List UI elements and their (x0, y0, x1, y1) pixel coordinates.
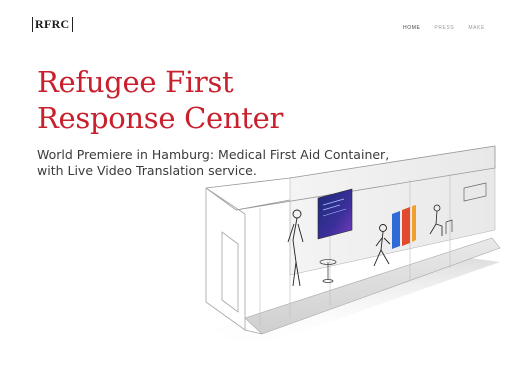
page: RFRC HOME PRESS MAKE Refugee First Respo… (0, 0, 516, 376)
subtitle-line-2: with Live Video Translation service. (37, 163, 257, 178)
hero-subtitle: World Premiere in Hamburg: Medical First… (37, 147, 457, 179)
subtitle-line-1: World Premiere in Hamburg: Medical First… (37, 147, 390, 162)
container-end-frame (205, 187, 263, 335)
ground-shadow (210, 258, 500, 350)
container-illustration (205, 145, 501, 350)
video-translation-screen (317, 188, 353, 240)
